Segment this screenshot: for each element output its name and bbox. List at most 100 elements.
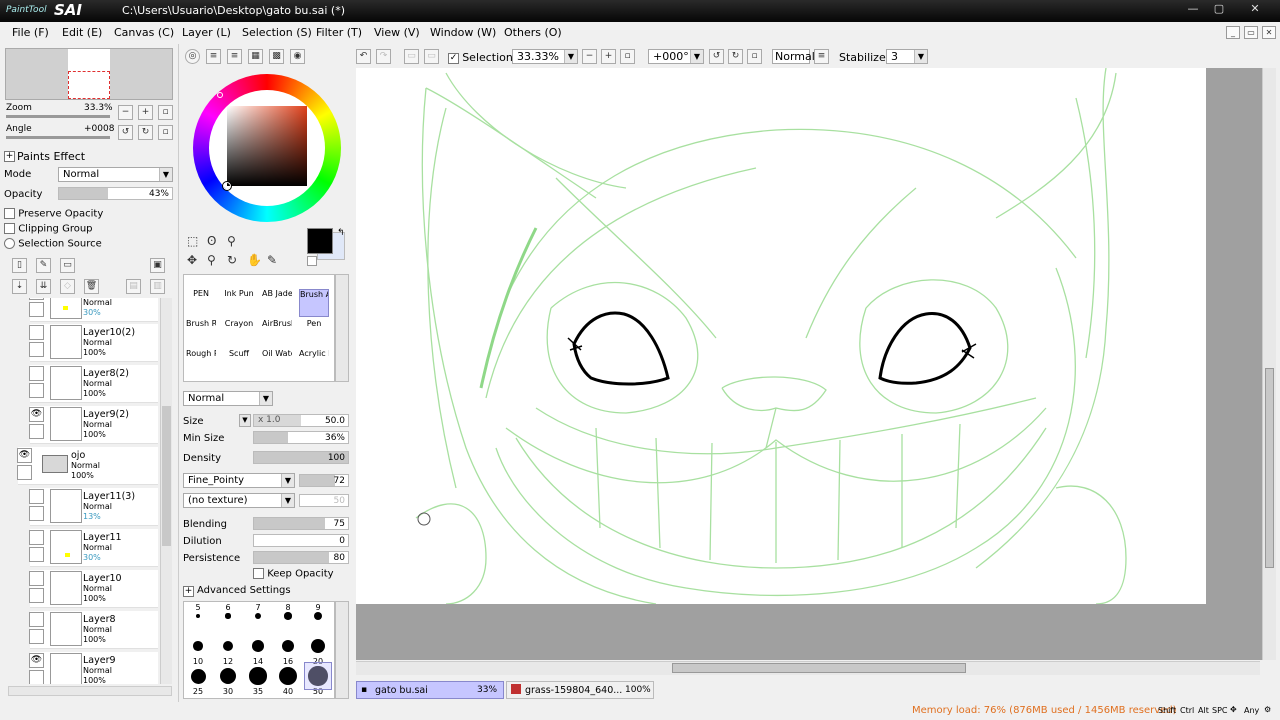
selection-source-row[interactable]: Selection Source [4, 238, 102, 250]
visibility-toggle[interactable] [29, 571, 44, 586]
preserve-opacity-checkbox[interactable] [4, 208, 15, 219]
layer-scroll-thumb[interactable] [162, 406, 171, 546]
transfer-down-icon[interactable]: ⇣ [12, 279, 27, 294]
texture-strength-slider[interactable]: 50 [299, 494, 349, 507]
lock-toggle[interactable] [29, 302, 44, 317]
angle-select[interactable]: +000° ▼ [648, 49, 704, 64]
zoom-out-button[interactable]: − [118, 105, 133, 120]
menu-selection[interactable]: Selection (S) [242, 26, 312, 39]
blending-slider[interactable]: 75 [253, 517, 349, 530]
expand-icon[interactable]: + [183, 586, 194, 597]
visibility-toggle[interactable] [29, 366, 44, 381]
canvas-hscrollbar[interactable] [356, 661, 1260, 675]
clear-layer-icon[interactable]: ◇ [60, 279, 75, 294]
folder-row[interactable]: 👁 ojo Normal 100% [17, 447, 158, 485]
size-mult-dropdown[interactable]: ▼ [239, 414, 251, 427]
brush-pen-2[interactable]: Pen [299, 319, 329, 347]
rotate-left-button[interactable]: ↺ [118, 125, 133, 140]
brush-pen[interactable]: PEN [186, 289, 216, 317]
visibility-toggle[interactable] [29, 530, 44, 545]
mdi-minimize-icon[interactable]: _ [1226, 26, 1240, 39]
brush-size-dot[interactable] [311, 639, 325, 653]
keep-opacity-checkbox[interactable] [253, 568, 264, 579]
zoom-in-button[interactable]: + [138, 105, 153, 120]
tab-grass[interactable]: grass-159804_640... 100% [506, 681, 654, 699]
brush-crayon[interactable]: Crayon [224, 319, 254, 347]
mdi-restore-icon[interactable]: ▭ [1244, 26, 1258, 39]
rotate-reset-icon[interactable]: ▫ [747, 49, 762, 64]
layer-opacity-slider[interactable]: 43% [58, 187, 173, 200]
brush-blend-select[interactable]: Normal ▼ [183, 391, 273, 406]
transparent-color-icon[interactable] [307, 256, 317, 266]
persistence-slider[interactable]: 80 [253, 551, 349, 564]
brush-size-dot[interactable] [281, 639, 295, 653]
size-grid-scrollbar[interactable] [335, 601, 349, 699]
move-icon[interactable]: ✥ [187, 253, 197, 267]
density-slider[interactable]: 100 [253, 451, 349, 464]
brush-brush-ar[interactable]: Brush Ar [299, 289, 329, 317]
eye-icon[interactable]: 👁 [29, 653, 44, 668]
new-layer-icon[interactable]: ▯ [12, 258, 27, 273]
layer-hscrollbar[interactable] [8, 686, 172, 696]
color-mixer-tab-icon[interactable]: ◉ [290, 49, 305, 64]
brush-size-dot[interactable] [313, 611, 323, 621]
visibility-toggle[interactable] [29, 612, 44, 627]
lasso-icon[interactable]: ʘ [207, 234, 216, 248]
minimize-button[interactable]: — [1184, 2, 1202, 16]
rotate-tool-icon[interactable]: ↻ [227, 253, 237, 267]
menu-view[interactable]: View (V) [374, 26, 420, 39]
eyedropper-icon[interactable]: ✎ [267, 253, 277, 267]
brush-size-dot[interactable] [222, 640, 234, 652]
new-folder-icon[interactable]: ▭ [60, 258, 75, 273]
lock-toggle[interactable] [29, 506, 44, 521]
texture-select[interactable]: (no texture) ▼ [183, 493, 295, 508]
shape-strength-slider[interactable]: 72 [299, 474, 349, 487]
primary-color-swatch[interactable] [307, 228, 333, 254]
magic-wand-icon[interactable]: ⚲ [227, 234, 236, 248]
deselect-icon[interactable]: ▭ [404, 49, 419, 64]
menu-canvas[interactable]: Canvas (C) [114, 26, 174, 39]
keep-opacity-row[interactable]: Keep Opacity [253, 568, 334, 580]
menu-layer[interactable]: Layer (L) [182, 26, 231, 39]
tab-gato-bu[interactable]: ▪ gato bu.sai 33% [356, 681, 504, 699]
selection-checkbox[interactable]: ✓ [448, 52, 459, 64]
brush-grid-scrollbar[interactable] [335, 274, 349, 382]
lock-toggle[interactable] [29, 588, 44, 603]
brush-ab-jade[interactable]: AB Jade [262, 289, 292, 317]
selection-toggle[interactable]: ✓ Selection [448, 51, 513, 64]
menu-file[interactable]: File (F) [12, 26, 49, 39]
rgb-slider-tab-icon[interactable]: ≡ [206, 49, 221, 64]
flip-icon[interactable]: ≡ [814, 49, 829, 64]
zoom-in-icon[interactable]: + [601, 49, 616, 64]
delete-layer-icon[interactable]: 🗑 [84, 279, 99, 294]
zoom-out-icon[interactable]: − [582, 49, 597, 64]
saturation-value-square[interactable] [227, 106, 307, 186]
mask-icon[interactable]: ▤ [126, 279, 141, 294]
menu-edit[interactable]: Edit (E) [62, 26, 102, 39]
layer-row[interactable]: Layer8(2) Normal 100% [29, 365, 158, 403]
zoom-select[interactable]: 33.33% ▼ [512, 49, 578, 64]
brush-scuff[interactable]: Scuff [224, 349, 254, 377]
dilution-slider[interactable]: 0 [253, 534, 349, 547]
layer-row[interactable]: Layer11 Normal 30% [29, 529, 158, 567]
zoom-tool-icon[interactable]: ⚲ [207, 253, 216, 267]
scratchpad-tab-icon[interactable]: ▩ [269, 49, 284, 64]
merge-down-icon[interactable]: ⇊ [36, 279, 51, 294]
layer-mode-select[interactable]: Normal ▼ [58, 167, 173, 182]
brush-ink-pun[interactable]: Ink Pun [224, 289, 254, 317]
navigator-preview[interactable] [5, 48, 173, 100]
color-wheel-tab-icon[interactable]: ◎ [185, 49, 200, 64]
menu-others[interactable]: Others (O) [504, 26, 562, 39]
layer-row[interactable]: 👁 Layer9(2) Normal 100% [29, 406, 158, 444]
layer-row[interactable]: Layer10 Normal 100% [29, 570, 158, 608]
angle-slider[interactable] [6, 136, 110, 139]
brush-size-dot[interactable] [196, 614, 200, 618]
layer-scrollbar[interactable] [160, 298, 172, 684]
swap-colors-icon[interactable]: ↰ [337, 228, 345, 238]
clipping-group-checkbox[interactable] [4, 223, 15, 234]
preserve-opacity-row[interactable]: Preserve Opacity [4, 208, 103, 220]
brush-size-dot[interactable] [254, 612, 262, 620]
brush-size-dot[interactable] [193, 641, 203, 651]
apply-mask-icon[interactable]: ▥ [150, 279, 165, 294]
layer-row[interactable]: Layer10(2) Normal 100% [29, 324, 158, 362]
